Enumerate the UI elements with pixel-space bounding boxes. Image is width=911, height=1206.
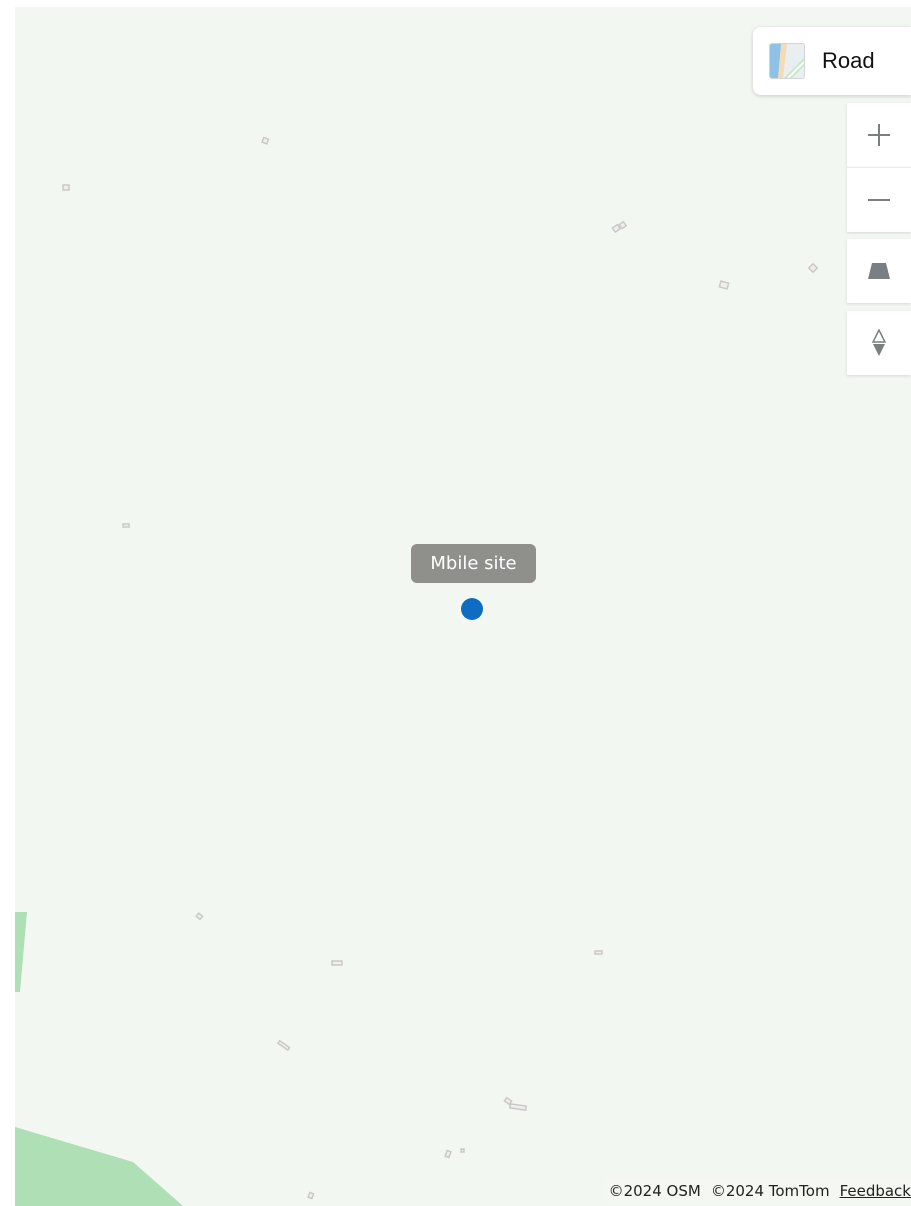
building-footprint — [807, 262, 819, 274]
building-footprint — [508, 1103, 528, 1111]
marker-label: Mbile site — [411, 544, 536, 583]
building-footprint — [718, 280, 730, 290]
pitch-toggle-button[interactable] — [847, 239, 911, 303]
building-footprint — [307, 1191, 315, 1200]
feedback-link[interactable]: Feedback — [840, 1182, 911, 1200]
minus-icon — [868, 199, 890, 201]
map-canvas[interactable]: Mbile site Road ©2024 OSM ©2024 TomTom F… — [15, 7, 911, 1206]
road-style-thumbnail-icon — [769, 43, 805, 79]
zoom-in-button[interactable] — [847, 103, 911, 167]
map-style-label: Road — [822, 48, 875, 73]
building-footprint — [276, 1039, 291, 1052]
map-style-picker[interactable]: Road — [753, 27, 911, 95]
building-footprint — [460, 1148, 465, 1153]
building-footprint — [331, 960, 343, 966]
compass-button[interactable] — [847, 311, 911, 375]
map-attribution: ©2024 OSM ©2024 TomTom Feedback — [604, 1180, 911, 1202]
osm-copyright: ©2024 OSM — [608, 1182, 701, 1200]
building-footprint — [122, 523, 130, 528]
building-footprint — [611, 223, 622, 234]
park-area — [15, 912, 27, 992]
building-footprint — [261, 136, 270, 145]
building-footprint — [444, 1149, 452, 1159]
building-footprint — [195, 912, 204, 921]
plus-icon — [868, 124, 890, 146]
zoom-out-button[interactable] — [847, 167, 911, 232]
pitch-trapezoid-icon — [868, 263, 890, 279]
building-footprint — [594, 950, 603, 955]
location-marker[interactable] — [461, 598, 483, 620]
compass-diamond-icon — [872, 329, 886, 356]
park-area — [15, 1127, 183, 1206]
tomtom-copyright: ©2024 TomTom — [710, 1182, 830, 1200]
building-footprint — [62, 184, 70, 191]
